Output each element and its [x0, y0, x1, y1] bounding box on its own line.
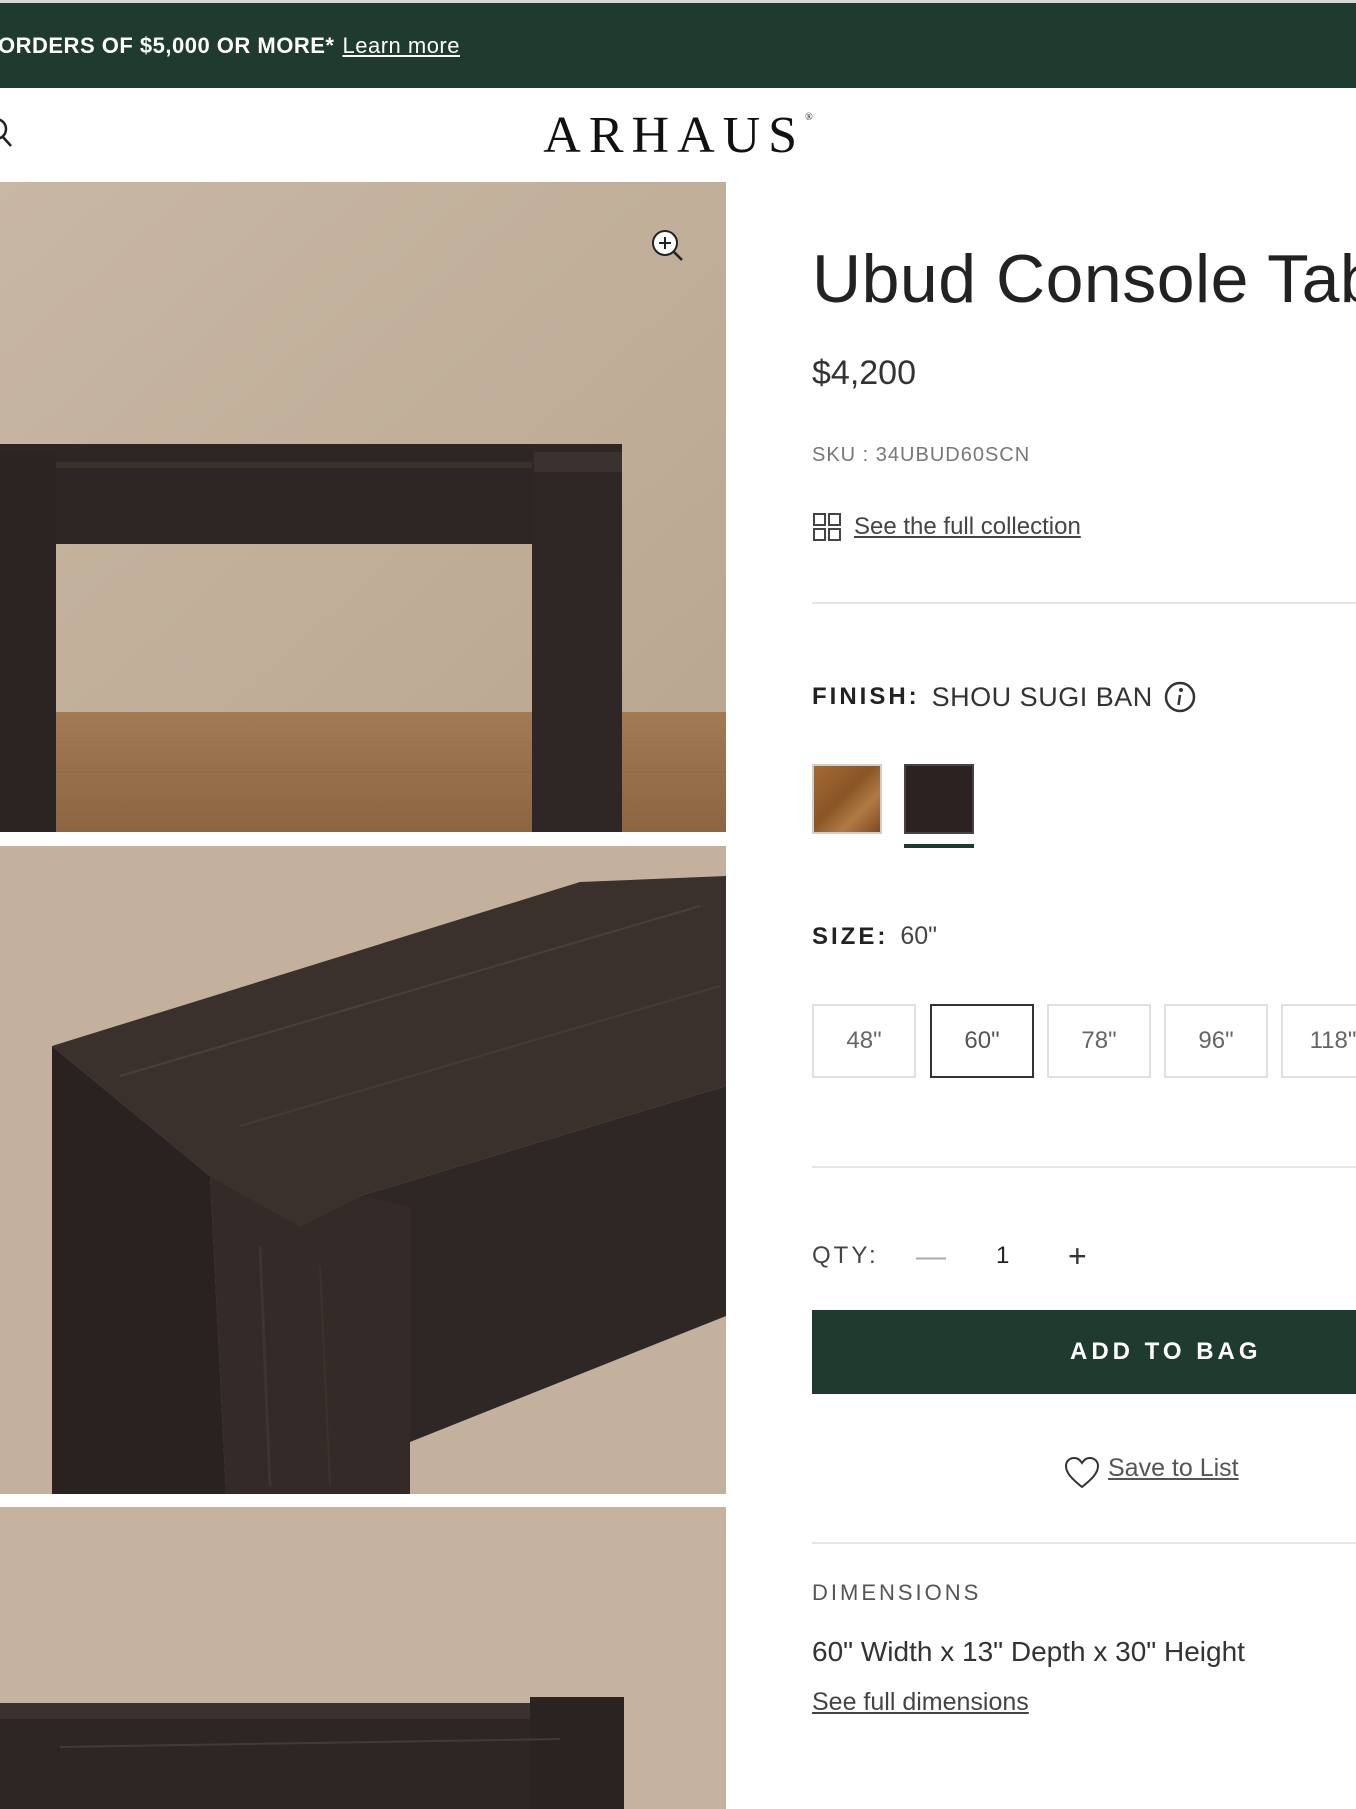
size-value: 60"	[900, 922, 938, 950]
site-header: ARHAUS®	[0, 88, 1356, 182]
see-full-dimensions-link[interactable]: See full dimensions	[812, 1688, 1029, 1717]
dimensions-text: 60" Width x 13" Depth x 30" Height	[812, 1636, 1245, 1667]
finish-swatch-shou-sugi-ban[interactable]	[904, 764, 974, 834]
heart-icon	[1064, 1456, 1100, 1489]
size-row: SIZE: 60"	[812, 922, 937, 951]
finish-value: SHOU SUGI BAN	[931, 681, 1153, 712]
divider	[812, 1166, 1356, 1168]
save-to-list-link[interactable]: Save to List	[1108, 1454, 1239, 1483]
see-full-collection-link[interactable]: See the full collection	[854, 513, 1081, 541]
qty-value[interactable]: 1	[996, 1242, 1009, 1270]
divider	[812, 1542, 1356, 1544]
product-image-front[interactable]	[0, 182, 726, 832]
arhaus-logo[interactable]: ARHAUS®	[0, 106, 1356, 165]
size-label: SIZE:	[812, 922, 889, 950]
zoom-in-icon[interactable]	[648, 226, 688, 266]
collection-link-row[interactable]: See the full collection	[812, 512, 1081, 542]
product-price: $4,200	[812, 354, 916, 392]
quantity-stepper: QTY: — 1 +	[812, 1238, 1212, 1280]
size-option-118[interactable]: 118"	[1281, 1004, 1356, 1078]
selected-swatch-indicator	[904, 844, 974, 848]
learn-more-link[interactable]: Learn more	[342, 33, 460, 59]
promo-text: ORDERS OF $5,000 OR MORE*	[0, 32, 335, 58]
qty-increase-button[interactable]: +	[1068, 1238, 1087, 1275]
finish-label: FINISH:	[812, 683, 920, 710]
size-option-78[interactable]: 78"	[1047, 1004, 1151, 1078]
qty-label: QTY:	[812, 1242, 879, 1269]
info-icon[interactable]	[1163, 680, 1197, 714]
size-option-48[interactable]: 48"	[812, 1004, 916, 1078]
size-option-60[interactable]: 60"	[930, 1004, 1034, 1078]
logo-text: ARHAUS	[543, 107, 806, 164]
product-title: Ubud Console Table	[812, 241, 1356, 317]
add-to-bag-button[interactable]: ADD TO BAG	[812, 1310, 1356, 1394]
product-page: ORDERS OF $5,000 OR MORE* Learn more ARH…	[0, 0, 1356, 1809]
divider	[812, 602, 1356, 604]
save-to-list-row[interactable]: Save to List	[1064, 1446, 1239, 1490]
product-image-side[interactable]	[0, 1507, 726, 1809]
grid-icon	[813, 513, 841, 541]
finish-swatch-natural[interactable]	[812, 764, 882, 834]
size-option-96[interactable]: 96"	[1164, 1004, 1268, 1078]
product-sku: SKU : 34UBUD60SCN	[812, 444, 1031, 466]
product-image-corner-detail[interactable]	[0, 846, 726, 1494]
dimensions-heading: DIMENSIONS	[812, 1580, 982, 1605]
qty-decrease-button[interactable]: —	[916, 1240, 946, 1274]
finish-row: FINISH: SHOU SUGI BAN	[812, 680, 1197, 714]
registered-mark: ®	[805, 112, 813, 123]
promo-bar: ORDERS OF $5,000 OR MORE* Learn more	[0, 3, 1356, 88]
